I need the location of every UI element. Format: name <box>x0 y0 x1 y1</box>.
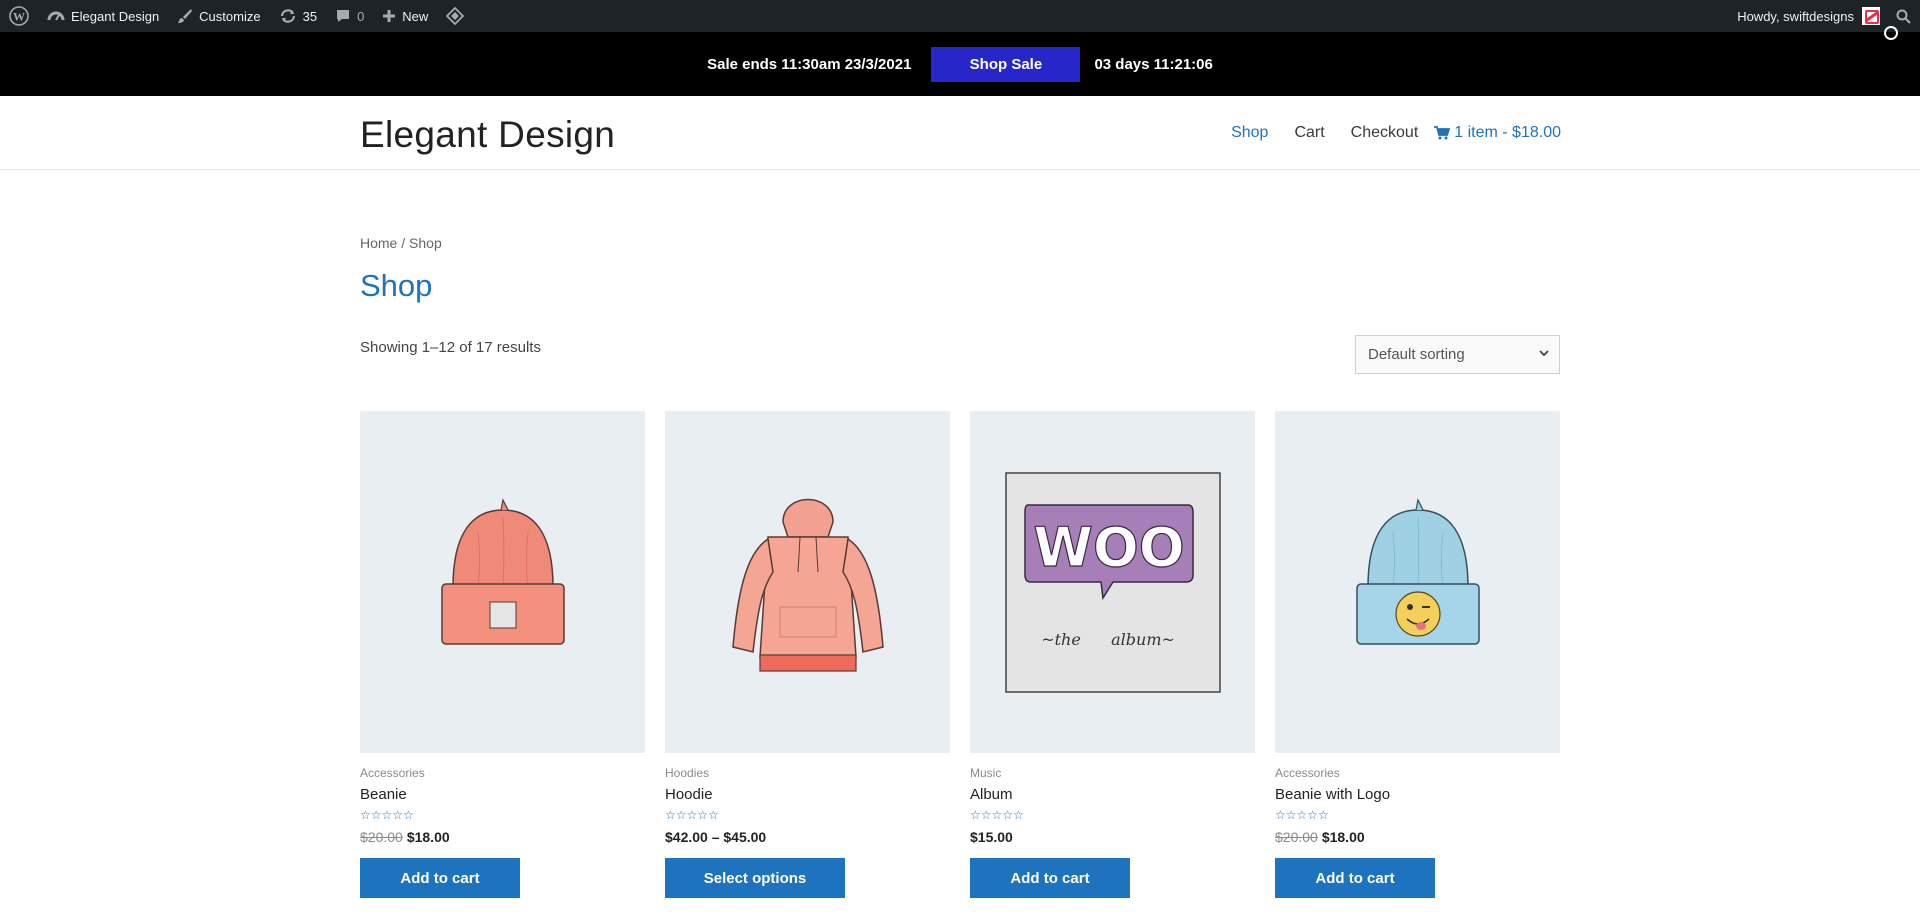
shop-sale-button[interactable]: Shop Sale <box>931 46 1081 82</box>
product-category: Accessories <box>360 766 425 780</box>
builder-diamond-icon[interactable] <box>437 0 473 32</box>
product-price: $15.00 <box>970 829 1255 845</box>
product-title[interactable]: Hoodie <box>665 786 950 803</box>
customize-link[interactable]: Customize <box>168 0 269 32</box>
new-label: New <box>402 8 429 24</box>
countdown-timer: 03 days 11:21:06 <box>1094 55 1213 73</box>
add-to-cart-button[interactable]: Add to cart <box>360 858 520 898</box>
product-title[interactable]: Beanie <box>360 786 645 803</box>
shopping-cart-icon <box>1434 126 1451 140</box>
breadcrumb-separator: / <box>397 235 410 251</box>
site-name-label: Elegant Design <box>71 8 160 24</box>
breadcrumb-home[interactable]: Home <box>360 235 397 251</box>
result-count: Showing 1–12 of 17 results <box>360 339 541 356</box>
sale-ends-text: Sale ends 11:30am 23/3/2021 <box>707 55 912 73</box>
product-card-beanie-with-logo: Accessories Beanie with Logo ☆☆☆☆☆ $20.0… <box>1275 411 1560 898</box>
product-title[interactable]: Album <box>970 786 1255 803</box>
product-category: Accessories <box>1275 766 1340 780</box>
product-sale-price: $18.00 <box>1321 829 1365 845</box>
comments-count: 0 <box>357 8 365 24</box>
product-sale-price: $18.00 <box>406 829 450 845</box>
new-content-link[interactable]: New <box>373 0 437 32</box>
star-rating: ☆☆☆☆☆ <box>970 808 1255 822</box>
star-rating: ☆☆☆☆☆ <box>360 808 645 822</box>
close-icon[interactable] <box>1884 26 1898 40</box>
product-image-beanie[interactable] <box>360 411 645 753</box>
svg-text:WOO: WOO <box>1033 516 1184 579</box>
updates-icon <box>280 9 295 23</box>
updates-link[interactable]: 35 <box>270 0 326 32</box>
sale-banner: Sale ends 11:30am 23/3/2021 Shop Sale 03… <box>0 26 1920 96</box>
brush-icon <box>178 9 193 23</box>
nav-item-checkout[interactable]: Checkout <box>1351 124 1419 142</box>
product-image-hoodie[interactable] <box>665 411 950 753</box>
svg-text:W: W <box>13 10 25 24</box>
admin-bar: W Elegant Design Customize 35 0 New Howd… <box>0 0 1920 32</box>
product-price: $20.00 $18.00 <box>1275 829 1560 845</box>
avatar <box>1862 7 1880 25</box>
nav-item-shop[interactable]: Shop <box>1231 124 1268 142</box>
product-price-range: $42.00 – $45.00 <box>665 829 767 845</box>
updates-count: 35 <box>302 8 318 24</box>
mini-cart-link[interactable]: 1 item - $18.00 <box>1434 124 1561 142</box>
sorting-selected-value: Default sorting <box>1368 346 1465 363</box>
breadcrumb-current: Shop <box>409 235 442 251</box>
product-card-beanie: Accessories Beanie ☆☆☆☆☆ $20.00 $18.00 Ad… <box>360 411 645 898</box>
product-category: Music <box>970 766 1002 780</box>
my-account-link[interactable]: Howdy, swiftdesigns <box>1728 0 1882 32</box>
dashboard-icon <box>47 11 65 21</box>
greeting-label: Howdy, swiftdesigns <box>1737 8 1854 24</box>
svg-text:~the: ~the <box>1041 630 1081 649</box>
wordpress-logo-icon[interactable]: W <box>0 0 38 32</box>
page-title: Shop <box>360 268 433 303</box>
star-rating: ☆☆☆☆☆ <box>1275 808 1560 822</box>
add-to-cart-button[interactable]: Add to cart <box>1275 858 1435 898</box>
site-header: Elegant Design Shop Cart Checkout 1 item… <box>0 96 1920 170</box>
breadcrumb: Home / Shop <box>360 235 442 251</box>
chevron-down-icon <box>1539 350 1549 357</box>
star-rating-icons: ☆☆☆☆☆ <box>665 808 719 822</box>
product-category: Hoodies <box>665 766 710 780</box>
product-old-price: $20.00 <box>360 829 403 845</box>
product-image-album[interactable]: WOO ~the album~ <box>970 411 1255 753</box>
product-image-beanie-with-logo[interactable] <box>1275 411 1560 753</box>
select-options-button[interactable]: Select options <box>665 858 845 898</box>
product-card-album: WOO ~the album~ Music Album ☆☆☆☆☆ $15.00… <box>970 411 1255 898</box>
product-card-hoodie: Hoodies Hoodie ☆☆☆☆☆ $42.00 – $45.00 Sel… <box>665 411 950 898</box>
comments-link[interactable]: 0 <box>326 0 373 32</box>
primary-navigation: Shop Cart Checkout 1 item - $18.00 <box>1205 124 1561 142</box>
product-sale-price: $15.00 <box>970 829 1013 845</box>
product-price: $20.00 $18.00 <box>360 829 645 845</box>
mini-cart-summary: 1 item - $18.00 <box>1454 124 1561 141</box>
product-title[interactable]: Beanie with Logo <box>1275 786 1560 803</box>
customize-label: Customize <box>199 8 261 24</box>
site-title[interactable]: Elegant Design <box>360 114 615 156</box>
site-name-link[interactable]: Elegant Design <box>38 0 168 32</box>
plus-icon <box>383 10 396 22</box>
nav-item-cart[interactable]: Cart <box>1294 124 1324 142</box>
star-rating-icons: ☆☆☆☆☆ <box>1275 808 1329 822</box>
add-to-cart-button[interactable]: Add to cart <box>970 858 1130 898</box>
product-price: $42.00 – $45.00 <box>665 829 950 845</box>
svg-text:album~: album~ <box>1111 630 1175 649</box>
star-rating: ☆☆☆☆☆ <box>665 808 950 822</box>
sorting-select[interactable]: Default sorting <box>1355 335 1560 374</box>
star-rating-icons: ☆☆☆☆☆ <box>970 808 1024 822</box>
star-rating-icons: ☆☆☆☆☆ <box>360 808 414 822</box>
product-old-price: $20.00 <box>1275 829 1318 845</box>
comment-icon <box>337 10 350 22</box>
